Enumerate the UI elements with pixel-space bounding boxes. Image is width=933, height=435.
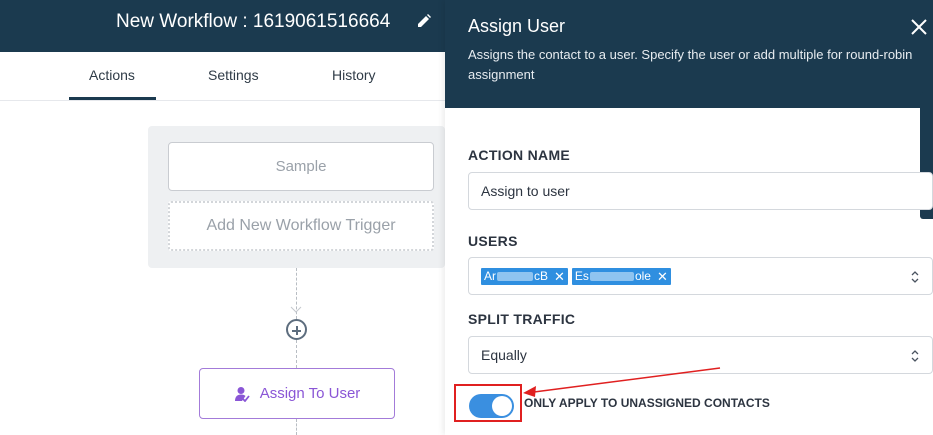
select-arrows-icon [911, 350, 919, 362]
users-multiselect[interactable]: Ar cB ✕ Es ole ✕ [468, 257, 933, 295]
workflow-canvas: Sample Add New Workflow Trigger Assign T… [0, 101, 445, 435]
connector-line-bottom [296, 419, 297, 435]
user-chip: Ar cB ✕ [481, 267, 568, 285]
remove-chip-icon[interactable]: ✕ [657, 270, 668, 283]
user-chip: Es ole ✕ [571, 267, 671, 285]
close-icon[interactable] [910, 18, 928, 36]
workflow-tabs: Actions Settings History [0, 52, 445, 101]
active-tab-indicator [69, 97, 156, 100]
action-name-input[interactable]: Assign to user [468, 172, 933, 210]
user-chip-suffix: cB [534, 269, 549, 283]
user-chip-prefix: Es [574, 269, 589, 283]
action-node-label: Assign To User [259, 385, 361, 402]
unassigned-only-toggle[interactable] [469, 394, 514, 418]
action-node-assign-user[interactable]: Assign To User [199, 368, 395, 419]
add-trigger-button[interactable]: Add New Workflow Trigger [168, 201, 434, 251]
action-name-value: Assign to user [481, 183, 570, 199]
split-traffic-value: Equally [481, 347, 527, 363]
user-assign-icon [234, 386, 250, 402]
users-label: USERS [468, 233, 518, 249]
drawer-title: Assign User [468, 16, 566, 36]
trigger-sample[interactable]: Sample [168, 142, 434, 191]
workflow-editor: New Workflow : 1619061516664 Actions Set… [0, 0, 933, 435]
toggle-knob [492, 396, 512, 416]
workflow-title: New Workflow : 1619061516664 [116, 11, 391, 32]
tab-actions[interactable]: Actions [89, 67, 135, 83]
redacted-text [589, 271, 634, 281]
action-name-label: ACTION NAME [468, 147, 571, 163]
split-traffic-select[interactable]: Equally [468, 336, 933, 374]
annotation-highlight-box [454, 384, 522, 422]
pencil-icon[interactable] [416, 13, 432, 29]
select-arrows-icon [911, 271, 919, 283]
trigger-container: Sample Add New Workflow Trigger [148, 126, 445, 268]
unassigned-only-label: ONLY APPLY TO UNASSIGNED CONTACTS [524, 396, 770, 410]
user-chip-suffix: ole [634, 269, 651, 283]
assign-user-drawer: Assign User Assigns the contact to a use… [445, 0, 933, 435]
remove-chip-icon[interactable]: ✕ [554, 270, 565, 283]
tab-settings[interactable]: Settings [208, 67, 259, 83]
drawer-description: Assigns the contact to a user. Specify t… [468, 47, 913, 82]
workflow-header: New Workflow : 1619061516664 [0, 0, 445, 52]
split-traffic-label: SPLIT TRAFFIC [468, 311, 576, 327]
drawer-header: Assign User Assigns the contact to a use… [445, 0, 933, 108]
redacted-text [497, 271, 533, 281]
tab-history[interactable]: History [332, 67, 376, 83]
chevron-down-icon [290, 306, 302, 313]
user-chip-prefix: Ar [484, 269, 496, 283]
add-action-icon[interactable] [286, 319, 307, 340]
connector-line-mid [296, 340, 297, 368]
